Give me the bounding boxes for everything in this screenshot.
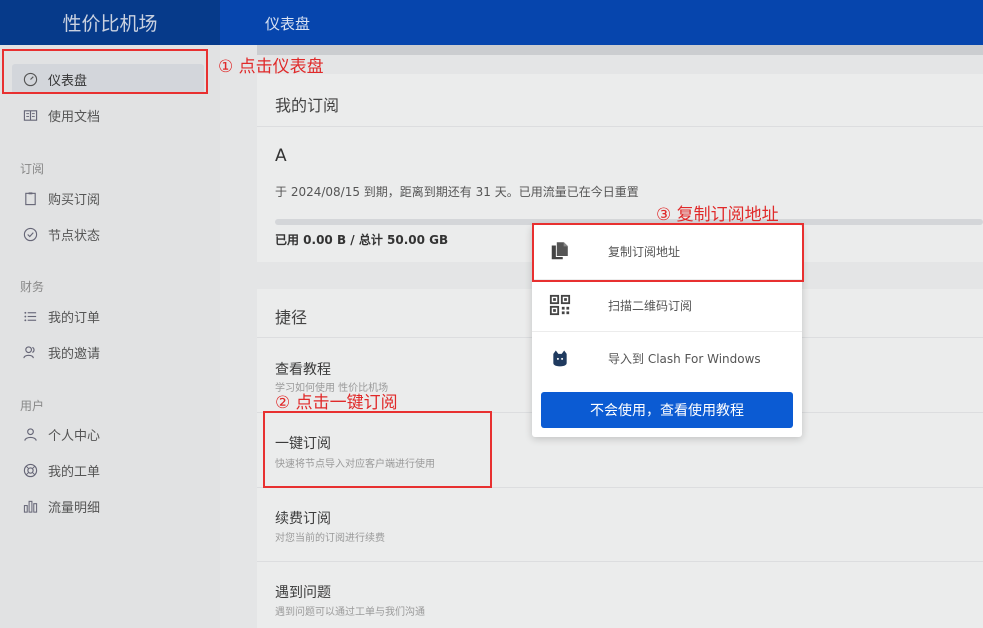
users-icon: [22, 344, 38, 360]
nav-section-finance: 财务: [20, 280, 45, 294]
check-circle-icon: [22, 226, 38, 242]
page-title: 仪表盘: [265, 15, 311, 33]
sidebar-item-docs[interactable]: 使用文档: [12, 100, 204, 130]
top-header: 仪表盘: [220, 0, 983, 45]
nav-section-user: 用户: [20, 399, 45, 413]
sidebar-item-label: 流量明细: [48, 500, 101, 516]
shortcuts-heading: 捷径: [275, 308, 308, 327]
clipboard-icon: [22, 190, 38, 206]
sidebar-item-label: 我的邀请: [48, 346, 101, 362]
shortcut-title: 续费订阅: [275, 511, 331, 527]
shortcut-title: 查看教程: [275, 362, 331, 378]
popup-item-label: 导入到 Clash For Windows: [608, 351, 761, 366]
sidebar-item-buy-subscription[interactable]: 购买订阅: [12, 183, 204, 213]
sidebar-item-node-status[interactable]: 节点状态: [12, 219, 204, 249]
sidebar-item-traffic[interactable]: 流量明细: [12, 491, 204, 521]
sidebar-item-orders[interactable]: 我的订单: [12, 301, 204, 331]
sidebar-item-tickets[interactable]: 我的工单: [12, 455, 204, 485]
popup-item-label: 扫描二维码订阅: [608, 298, 693, 313]
card-divider: [257, 126, 983, 127]
clash-cat-icon: [548, 346, 572, 370]
sidebar-item-label: 购买订阅: [48, 192, 101, 208]
annotation-step3: ③ 复制订阅地址: [656, 205, 779, 225]
sidebar-item-label: 个人中心: [48, 428, 101, 444]
expiry-text: 于 2024/08/15 到期，距离到期还有 31 天。已用流量已在今日重置: [275, 185, 639, 199]
shortcut-title: 遇到问题: [275, 585, 331, 601]
book-icon: [22, 107, 38, 123]
sidebar-item-label: 我的工单: [48, 464, 101, 480]
qrcode-icon: [548, 293, 572, 317]
sidebar: 性价比机场 仪表盘 使用文档 订阅 购买订阅 节点状态 财务 我的订单 我的邀请…: [0, 0, 220, 628]
annotation-step2: ② 点击一键订阅: [275, 393, 398, 413]
nav-section-subscription: 订阅: [20, 162, 45, 176]
header-decoration: [257, 45, 983, 55]
sidebar-item-label: 我的订单: [48, 310, 101, 326]
scan-qrcode-item[interactable]: 扫描二维码订阅: [532, 279, 802, 331]
shortcut-divider: [257, 561, 983, 562]
list-icon: [22, 308, 38, 324]
view-tutorial-button[interactable]: 不会使用，查看使用教程: [541, 392, 793, 428]
annotation-box-dashboard: [2, 49, 208, 94]
sidebar-item-label: 使用文档: [48, 109, 101, 125]
shortcut-subtitle: 对您当前的订阅进行续费: [275, 533, 385, 544]
annotation-step1: ① 点击仪表盘: [218, 57, 324, 77]
support-icon: [22, 462, 38, 478]
annotation-box-one-click: [263, 411, 492, 488]
user-icon: [22, 426, 38, 442]
sidebar-item-profile[interactable]: 个人中心: [12, 419, 204, 449]
shortcut-subtitle: 遇到问题可以通过工单与我们沟通: [275, 607, 425, 618]
usage-text: 已用 0.00 B / 总计 50.00 GB: [275, 233, 449, 247]
annotation-box-copy-link: [532, 223, 804, 282]
plan-name: A: [275, 146, 287, 166]
import-to-clash-item[interactable]: 导入到 Clash For Windows: [532, 332, 802, 384]
brand-logo[interactable]: 性价比机场: [0, 0, 220, 45]
sidebar-item-invites[interactable]: 我的邀请: [12, 337, 204, 367]
bar-chart-icon: [22, 498, 38, 514]
sidebar-item-label: 节点状态: [48, 228, 101, 244]
subscription-heading: 我的订阅: [275, 96, 340, 115]
